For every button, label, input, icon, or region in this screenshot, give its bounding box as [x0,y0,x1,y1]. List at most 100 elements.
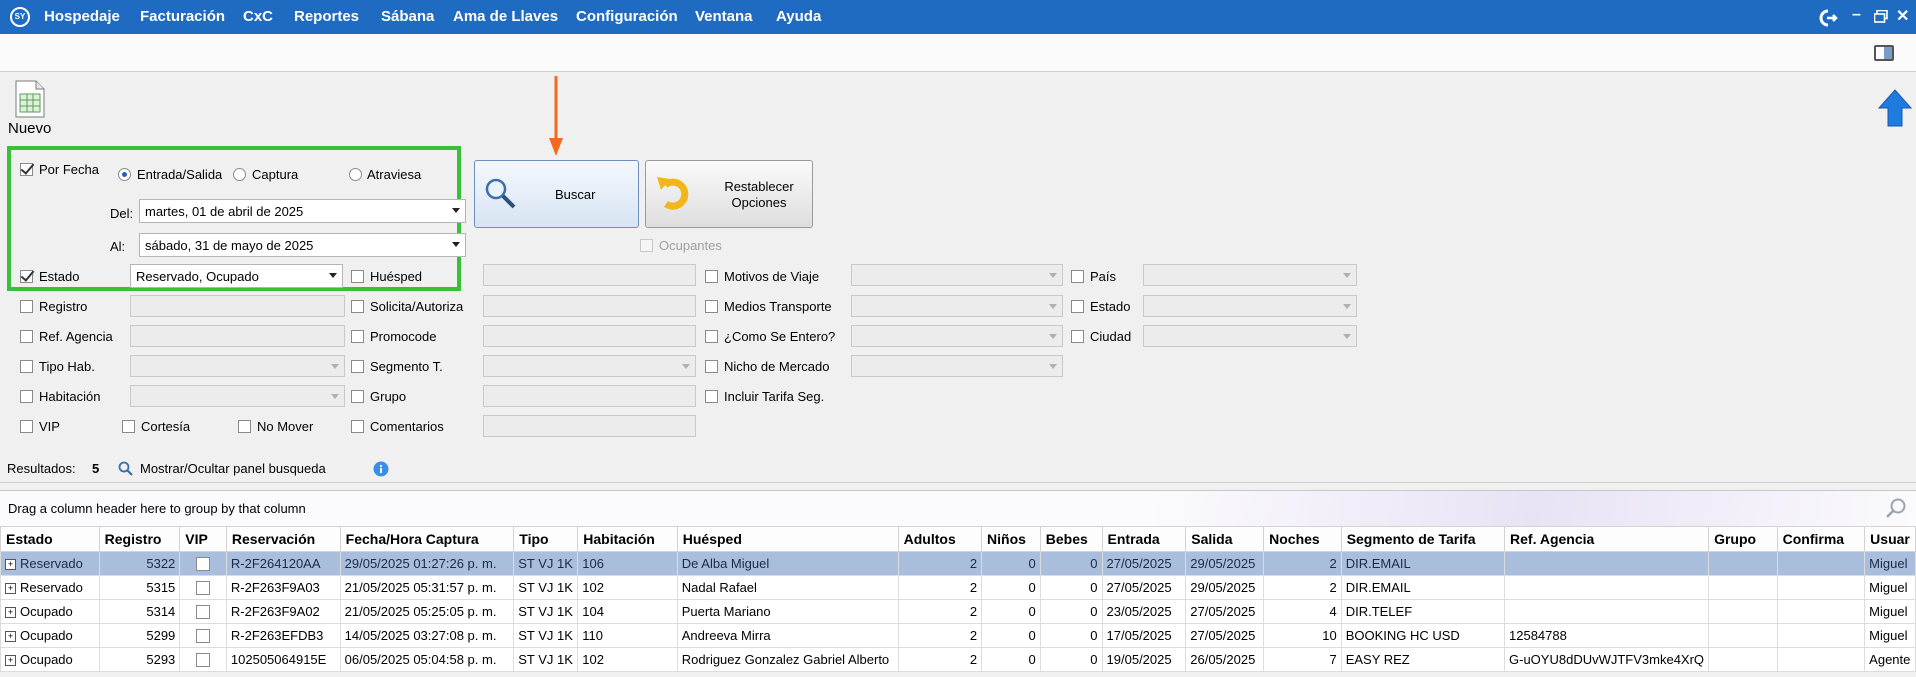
col-header-vip[interactable]: VIP [179,526,227,552]
menu-facturacion[interactable]: Facturación [140,8,225,25]
chevron-down-icon[interactable] [1049,273,1057,278]
solicita-checkbox[interactable] [351,300,364,313]
col-header-estado[interactable]: Estado [0,526,100,552]
medios-select[interactable] [851,295,1063,317]
incluir-tarifa-checkbox[interactable] [705,390,718,403]
segmento-checkbox[interactable] [351,360,364,373]
expand-row-icon[interactable]: + [5,583,16,595]
vip-row-checkbox[interactable] [196,605,211,620]
search-icon[interactable] [1886,497,1908,519]
chevron-down-icon[interactable] [1049,334,1057,339]
tipo-hab-checkbox[interactable] [20,360,33,373]
restore-icon[interactable] [1874,10,1888,23]
cortesia-checkbox[interactable] [122,420,135,433]
chevron-down-icon[interactable] [1343,273,1351,278]
table-row[interactable]: + Reservado 5315 R-2F263F9A03 21/05/2025 05:… [0,575,1916,600]
new-button-label[interactable]: Nuevo [8,120,51,137]
chevron-down-icon[interactable] [452,208,460,213]
col-header-fecha-captura[interactable]: Fecha/Hora Captura [339,526,515,552]
grupo-checkbox[interactable] [351,390,364,403]
col-header-huesped[interactable]: Huésped [676,526,899,552]
menu-ayuda[interactable]: Ayuda [776,8,821,25]
registro-input[interactable] [130,295,345,317]
chevron-down-icon[interactable] [1343,304,1351,309]
vip-row-checkbox[interactable] [196,653,211,668]
vip-checkbox[interactable] [20,420,33,433]
al-date-picker[interactable]: sábado, 31 de mayo de 2025 [139,233,466,257]
toggle-search-panel-link[interactable]: Mostrar/Ocultar panel busqueda [140,461,326,476]
nicho-select[interactable] [851,355,1063,377]
chevron-down-icon[interactable] [452,242,460,247]
menu-ama-de-llaves[interactable]: Ama de Llaves [453,8,558,25]
col-header-segmento-tarifa[interactable]: Segmento de Tarifa [1340,526,1506,552]
tipo-hab-select[interactable] [130,355,345,377]
expand-row-icon[interactable]: + [5,607,16,619]
menu-hospedaje[interactable]: Hospedaje [44,8,120,25]
comentarios-checkbox[interactable] [351,420,364,433]
radio-atraviesa[interactable] [349,168,362,181]
chevron-down-icon[interactable] [1049,364,1057,369]
col-header-usuario[interactable]: Usuar [1864,526,1916,552]
vip-row-checkbox[interactable] [196,557,211,572]
info-icon[interactable] [373,461,389,477]
huesped-input[interactable] [483,264,696,286]
search-icon[interactable] [118,461,133,476]
comentarios-input[interactable] [483,415,696,437]
no-mover-checkbox[interactable] [238,420,251,433]
ciudad-checkbox[interactable] [1071,330,1084,343]
segmento-select[interactable] [483,355,696,377]
motivos-select[interactable] [851,264,1063,286]
ciudad-select[interactable] [1143,325,1357,347]
pais-select[interactable] [1143,264,1357,286]
menu-cxc[interactable]: CxC [243,8,273,25]
col-header-ninos[interactable]: Niños [981,526,1041,552]
habitacion-select[interactable] [130,385,345,407]
close-icon[interactable]: ✕ [1896,6,1909,26]
vip-row-checkbox[interactable] [196,629,211,644]
ocupantes-checkbox[interactable] [640,239,653,252]
panel-toggle-icon[interactable] [1874,45,1894,61]
col-header-grupo[interactable]: Grupo [1708,526,1778,552]
nicho-checkbox[interactable] [705,360,718,373]
chevron-down-icon[interactable] [331,394,339,399]
col-header-tipo[interactable]: Tipo [513,526,579,552]
table-row[interactable]: + Ocupado 5293 102505064915E 06/05/2025 05:0… [0,647,1916,672]
menu-sabana[interactable]: Sábana [381,8,434,25]
col-header-noches[interactable]: Noches [1263,526,1342,552]
por-fecha-checkbox[interactable] [20,163,33,176]
table-row[interactable]: + Ocupado 5314 R-2F263F9A02 21/05/2025 05:25… [0,599,1916,624]
estado2-select[interactable] [1143,295,1357,317]
pais-checkbox[interactable] [1071,270,1084,283]
radio-entrada-salida[interactable] [118,168,131,181]
estado-select[interactable]: Reservado, Ocupado [130,264,343,288]
logout-icon[interactable] [1818,8,1838,28]
chevron-down-icon[interactable] [1343,334,1351,339]
expand-row-icon[interactable]: + [5,655,16,667]
col-header-confirma[interactable]: Confirma [1776,526,1866,552]
scroll-up-icon[interactable] [1878,88,1912,128]
menu-ventana[interactable]: Ventana [695,8,753,25]
vip-row-checkbox[interactable] [196,581,211,596]
col-header-habitacion[interactable]: Habitación [577,526,678,552]
new-document-icon[interactable] [15,80,45,118]
solicita-input[interactable] [483,295,696,317]
chevron-down-icon[interactable] [1049,304,1057,309]
chevron-down-icon[interactable] [329,273,337,278]
habitacion-checkbox[interactable] [20,390,33,403]
col-header-registro[interactable]: Registro [98,526,181,552]
promocode-input[interactable] [483,325,696,347]
table-row[interactable]: + Ocupado 5299 R-2F263EFDB3 14/05/2025 03:27… [0,623,1916,648]
expand-row-icon[interactable]: + [5,631,16,643]
col-header-adultos[interactable]: Adultos [897,526,983,552]
estado-checkbox[interactable] [20,270,33,283]
del-date-picker[interactable]: martes, 01 de abril de 2025 [139,199,466,223]
chevron-down-icon[interactable] [682,364,690,369]
expand-row-icon[interactable]: + [5,559,16,571]
promocode-checkbox[interactable] [351,330,364,343]
huesped-checkbox[interactable] [351,270,364,283]
col-header-ref-agencia[interactable]: Ref. Agencia [1504,526,1710,552]
group-by-panel[interactable]: Drag a column header here to group by th… [0,490,1916,528]
search-button[interactable]: Buscar [474,160,639,228]
menu-reportes[interactable]: Reportes [294,8,359,25]
como-select[interactable] [851,325,1063,347]
